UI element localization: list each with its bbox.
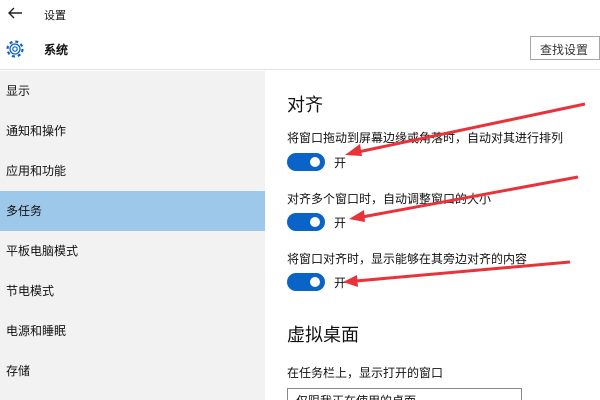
sidebar-item-label: 平板电脑模式 xyxy=(6,244,79,258)
virtual-desktops-heading: 虚拟桌面 xyxy=(287,325,359,346)
sidebar-item-label: 应用和功能 xyxy=(6,164,67,178)
snap-option-1-description: 将窗口拖动到屏幕边缘或角落时，自动对其进行排列 xyxy=(287,131,564,145)
sidebar-item-display[interactable]: 显示 xyxy=(0,71,265,111)
page-title: 系统 xyxy=(44,43,69,57)
sidebar-item-battery-saver[interactable]: 节电模式 xyxy=(0,271,265,311)
gear-icon xyxy=(6,40,24,58)
snap-option-3-state: 开 xyxy=(334,276,347,290)
snap-option-1-toggle[interactable] xyxy=(287,153,325,171)
back-arrow-icon[interactable] xyxy=(6,4,24,22)
main-content: 对齐 将窗口拖动到屏幕边缘或角落时，自动对其进行排列 开 对齐多个窗口时，自动调… xyxy=(265,71,600,400)
sidebar-item-notifications[interactable]: 通知和操作 xyxy=(0,111,265,151)
snap-option-1-state: 开 xyxy=(334,156,347,170)
sidebar-item-tablet-mode[interactable]: 平板电脑模式 xyxy=(0,231,265,271)
sidebar-item-apps[interactable]: 应用和功能 xyxy=(0,151,265,191)
search-input[interactable]: 查找设置 xyxy=(530,36,600,60)
window-title: 设置 xyxy=(44,9,66,22)
title-bar: 设置 xyxy=(0,0,600,30)
sidebar-item-label: 节电模式 xyxy=(6,284,55,298)
sidebar-item-label: 存储 xyxy=(6,364,31,378)
sidebar-item-label: 通知和操作 xyxy=(6,124,67,138)
snap-option-2-toggle[interactable] xyxy=(287,213,325,231)
search-placeholder: 查找设置 xyxy=(540,43,589,57)
taskbar-windows-dropdown[interactable]: 仅限我正在使用的桌面 ⌄ xyxy=(287,388,522,400)
snap-heading: 对齐 xyxy=(287,95,323,116)
sidebar-item-power-sleep[interactable]: 电源和睡眠 xyxy=(0,311,265,351)
snap-option-2-state: 开 xyxy=(334,216,347,230)
taskbar-windows-label: 在任务栏上，显示打开的窗口 xyxy=(287,366,444,380)
sidebar-item-label: 显示 xyxy=(6,84,31,98)
sidebar-item-storage[interactable]: 存储 xyxy=(0,351,265,391)
chevron-down-icon: ⌄ xyxy=(296,392,306,400)
snap-option-3-toggle[interactable] xyxy=(287,273,325,291)
snap-option-3-description: 将窗口对齐时，显示能够在其旁边对齐的内容 xyxy=(287,252,528,266)
sidebar-item-label: 电源和睡眠 xyxy=(6,324,67,338)
page-header: 系统 查找设置 xyxy=(0,30,600,70)
sidebar: 显示 通知和操作 应用和功能 多任务 平板电脑模式 节电模式 电源和睡眠 存储 xyxy=(0,71,265,400)
sidebar-item-label: 多任务 xyxy=(6,204,43,218)
snap-option-2-description: 对齐多个窗口时，自动调整窗口的大小 xyxy=(287,192,492,206)
sidebar-item-multitasking[interactable]: 多任务 xyxy=(0,191,265,231)
